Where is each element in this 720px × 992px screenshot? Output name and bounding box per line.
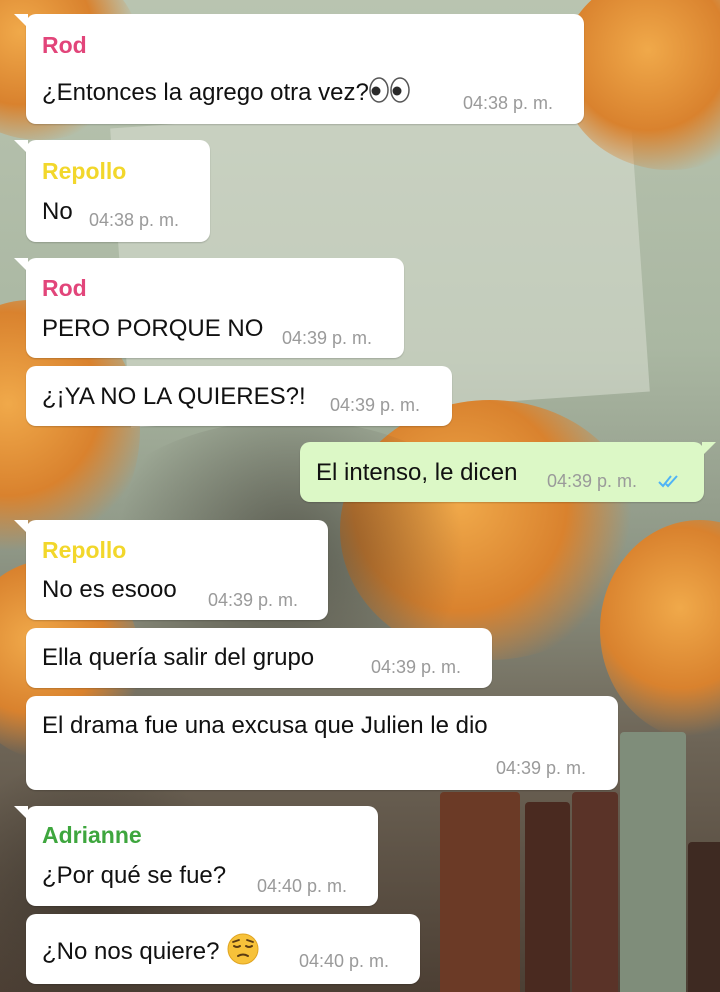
sender-name[interactable]: Rod [42,32,87,59]
message-text: PERO PORQUE NO [42,315,264,342]
message-text: No [42,198,73,225]
message-list[interactable]: Rod ¿Entonces la agrego otra vez? 04:38 … [0,0,720,992]
message-bubble[interactable]: Repollo No es esooo 04:39 p. m. [14,520,328,620]
message-time: 04:40 p. m. [299,951,390,971]
message-bubble[interactable]: Rod ¿Entonces la agrego otra vez? 04:38 … [14,14,584,124]
sender-name[interactable]: Repollo [42,537,126,564]
message-time: 04:39 p. m. [208,590,299,610]
message-text: ¿No nos quiere? [42,937,220,965]
read-double-check-icon [658,475,678,488]
message-text-wrap: ¿No nos quiere? [42,932,260,973]
message-text-wrap: ¿Entonces la agrego otra vez? [42,76,411,111]
message-text: El intenso, le dicen [316,459,518,486]
outgoing-message-bubble[interactable]: El intenso, le dicen 04:39 p. m. [300,442,716,502]
sender-name[interactable]: Adrianne [42,822,142,849]
message-bubble[interactable]: Rod PERO PORQUE NO 04:39 p. m. [14,258,404,358]
message-time: 04:39 p. m. [496,758,587,778]
message-bubble[interactable]: Adrianne ¿Por qué se fue? 04:40 p. m. [14,806,378,906]
message-bubble[interactable]: El drama fue una excusa que Julien le di… [26,696,618,790]
message-text: No es esooo [42,576,177,603]
message-time: 04:39 p. m. [371,657,462,677]
pensive-face-emoji [226,932,260,973]
message-time: 04:38 p. m. [89,210,180,230]
message-text: El drama fue una excusa que Julien le di… [42,712,488,739]
message-time: 04:39 p. m. [282,328,373,348]
message-bubble[interactable]: ¿¡YA NO LA QUIERES?! 04:39 p. m. [26,366,452,426]
message-time: 04:38 p. m. [463,93,554,113]
message-text: ¿Por qué se fue? [42,862,227,889]
message-text: Ella quería salir del grupo [42,644,315,671]
eyes-emoji [369,76,411,111]
message-time: 04:40 p. m. [257,876,348,896]
message-text: ¿Entonces la agrego otra vez? [42,78,369,106]
message-text: ¿¡YA NO LA QUIERES?! [42,383,306,410]
sender-name[interactable]: Repollo [42,158,126,185]
message-bubble[interactable]: Ella quería salir del grupo 04:39 p. m. [26,628,492,688]
sender-name[interactable]: Rod [42,275,87,302]
message-time: 04:39 p. m. [547,471,638,491]
message-time: 04:39 p. m. [330,395,421,415]
message-bubble[interactable]: ¿No nos quiere? 04:40 p. m. [26,914,420,984]
message-bubble[interactable]: Repollo No 04:38 p. m. [14,140,210,242]
